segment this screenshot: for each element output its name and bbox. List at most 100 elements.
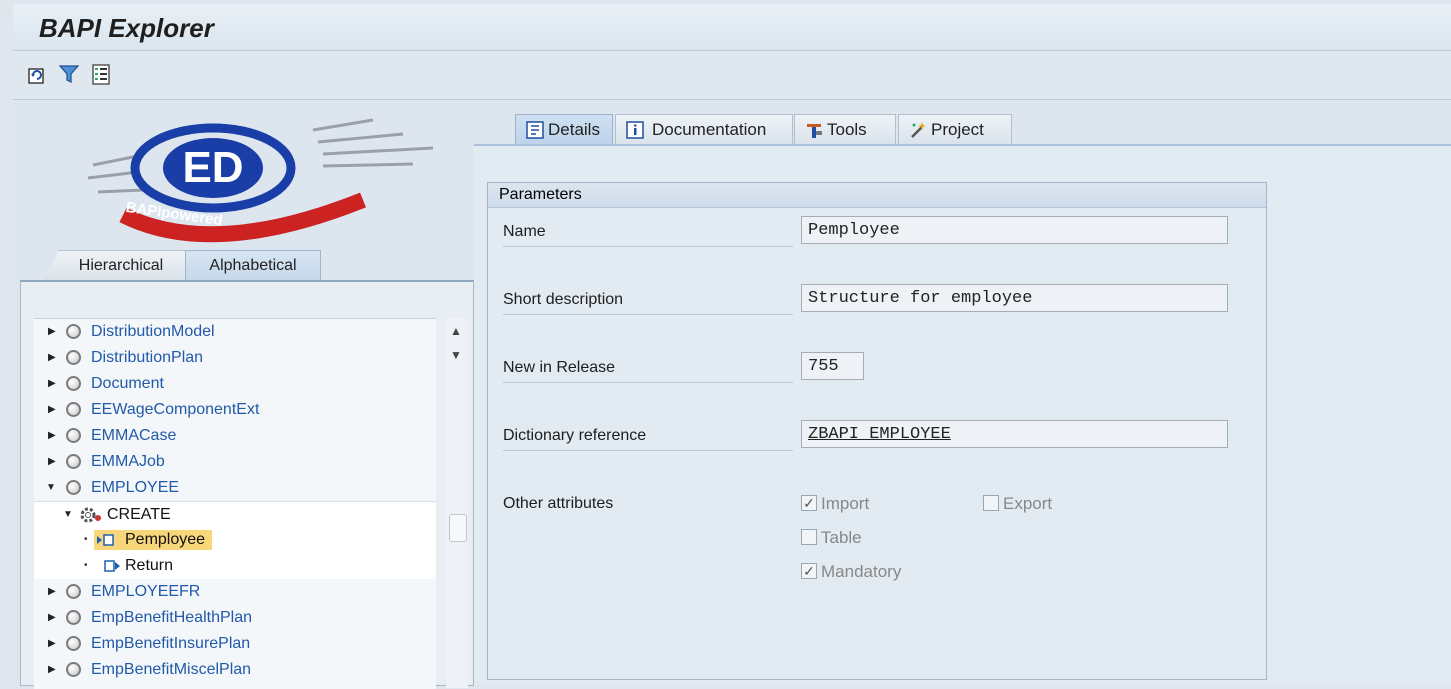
- tab-tools[interactable]: Tools: [794, 114, 896, 145]
- collapse-arrow-icon[interactable]: ▼: [63, 502, 73, 528]
- tree-node-label: EEWageComponentExt: [91, 401, 260, 418]
- business-object-icon: [66, 428, 81, 443]
- business-object-icon: [66, 636, 81, 651]
- tree-node[interactable]: ▼ EMPLOYEE: [34, 475, 436, 501]
- details-icon: [526, 121, 544, 139]
- method-gear-icon: [80, 507, 101, 523]
- tree-node-label: EMMACase: [91, 427, 177, 444]
- filter-icon: [58, 65, 80, 83]
- expand-arrow-icon[interactable]: ▶: [48, 657, 56, 683]
- tree-node[interactable]: ▶ EMPLOYEEFR: [34, 579, 436, 605]
- checkbox-label: Mandatory: [821, 562, 902, 581]
- expand-arrow-icon[interactable]: ▶: [48, 319, 56, 345]
- expand-arrow-icon[interactable]: ▶: [48, 605, 56, 631]
- checkbox-unchecked-icon: [801, 529, 817, 545]
- release-label: New in Release: [503, 354, 793, 383]
- tree-node-parameter[interactable]: • Return: [34, 553, 436, 579]
- import-parameter-icon: [97, 534, 114, 546]
- dictionary-reference-link[interactable]: ZBAPI_EMPLOYEE: [801, 420, 1228, 448]
- parameters-header: Parameters: [488, 183, 1266, 208]
- refresh-button[interactable]: [26, 63, 48, 85]
- expand-arrow-icon[interactable]: ▶: [48, 423, 56, 449]
- expand-arrow-icon[interactable]: ▶: [48, 345, 56, 371]
- bapi-tree: ▶ DistributionModel ▶ DistributionPlan ▶…: [34, 318, 436, 689]
- tree-node[interactable]: ▶ EmpBenefitInsurePlan: [34, 631, 436, 657]
- collapse-arrow-icon[interactable]: ▼: [46, 475, 56, 501]
- list-settings-button[interactable]: [90, 63, 112, 85]
- business-object-icon: [66, 662, 81, 677]
- checkbox-unchecked-icon: [983, 495, 999, 511]
- business-object-icon: [66, 584, 81, 599]
- tree-node-label: Return: [125, 557, 174, 574]
- expand-arrow-icon[interactable]: ▶: [48, 397, 56, 423]
- name-field[interactable]: Pemployee: [801, 216, 1228, 244]
- tree-node-label: EmpBenefitInsurePlan: [91, 635, 251, 652]
- tree-node-label: DistributionModel: [91, 323, 215, 340]
- refresh-icon: [28, 68, 44, 84]
- tree-node-label: Document: [91, 375, 164, 392]
- bapi-powered-logo: ED BAPIpowered: [87, 118, 434, 243]
- tree-node-label: EmpBenefitMiscelPlan: [91, 661, 252, 678]
- toolbar: [13, 51, 1451, 100]
- details-panel: Parameters Name Pemployee Short descript…: [474, 144, 1451, 685]
- tree-node[interactable]: ▶ EmpBenefitMiscelPlan: [34, 657, 436, 683]
- tree-node-label: EMMAJob: [91, 453, 165, 470]
- business-object-icon: [66, 610, 81, 625]
- expand-arrow-icon[interactable]: ▶: [48, 371, 56, 397]
- filter-button[interactable]: [58, 63, 80, 85]
- tab-details[interactable]: Details: [515, 114, 613, 145]
- dictionary-reference-label: Dictionary reference: [503, 422, 793, 451]
- tree-node[interactable]: ▶ EEWageComponentExt: [34, 397, 436, 423]
- list-settings-icon: [92, 64, 110, 85]
- other-attributes-label: Other attributes: [503, 495, 614, 512]
- tree-node[interactable]: ▶ DistributionPlan: [34, 345, 436, 371]
- expand-arrow-icon[interactable]: ▶: [48, 449, 56, 475]
- magic-wand-icon: [911, 122, 926, 138]
- business-object-icon: [66, 376, 81, 391]
- business-object-icon: [66, 324, 81, 339]
- info-icon: [626, 121, 644, 139]
- left-pane: ED BAPIpowered Hierarchical Alphabetical…: [13, 100, 474, 689]
- tree-node[interactable]: ▶ EMMAJob: [34, 449, 436, 475]
- tree-node-label: EmpBenefitHealthPlan: [91, 609, 252, 626]
- tree-node-label: CREATE: [107, 506, 171, 523]
- scroll-down-icon[interactable]: ▼: [450, 348, 462, 362]
- title-bar: BAPI Explorer: [13, 4, 1451, 51]
- group-title: Parameters: [499, 186, 582, 203]
- tree-node[interactable]: ▶ EMMACase: [34, 423, 436, 449]
- expand-arrow-icon[interactable]: ▶: [48, 631, 56, 657]
- release-field[interactable]: 755: [801, 352, 864, 380]
- business-object-icon: [66, 350, 81, 365]
- expand-arrow-icon[interactable]: ▶: [48, 579, 56, 605]
- tree-node[interactable]: ▶ EmpBenefitHealthPlan: [34, 605, 436, 631]
- short-description-field[interactable]: Structure for employee: [801, 284, 1228, 312]
- right-pane: Details Documentation Tools Project Para…: [474, 100, 1451, 685]
- business-object-icon: [66, 480, 81, 495]
- checkbox-label: Table: [821, 528, 862, 547]
- tree-scrollbar[interactable]: ▲ ▼: [446, 318, 468, 688]
- scrollbar-thumb[interactable]: [449, 514, 467, 542]
- tree-node[interactable]: ▶ Document: [34, 371, 436, 397]
- tab-label: Documentation: [652, 120, 767, 139]
- tab-project[interactable]: Project: [898, 114, 1012, 145]
- short-description-label: Short description: [503, 286, 793, 315]
- scroll-up-icon[interactable]: ▲: [450, 324, 462, 338]
- tab-alphabetical[interactable]: Alphabetical: [185, 250, 321, 280]
- export-parameter-icon: [104, 560, 120, 572]
- tree-node-parameter-selected[interactable]: • Pemployee: [34, 527, 436, 553]
- tree-node[interactable]: ▶ DistributionModel: [34, 319, 436, 345]
- checkbox-checked-icon: ✓: [801, 495, 817, 511]
- tab-label: Tools: [827, 120, 867, 139]
- tree-node-method[interactable]: ▼ CREATE: [34, 501, 436, 529]
- checkbox-label: Export: [1003, 494, 1053, 513]
- tree-panel: ▶ DistributionModel ▶ DistributionPlan ▶…: [20, 280, 474, 689]
- tab-label: Project: [931, 120, 984, 139]
- name-label: Name: [503, 218, 793, 247]
- checkbox-checked-icon: ✓: [801, 563, 817, 579]
- checkbox-label: Import: [821, 494, 870, 513]
- tab-documentation[interactable]: Documentation: [615, 114, 793, 145]
- tree-node-label: DistributionPlan: [91, 349, 204, 366]
- business-object-icon: [66, 402, 81, 417]
- tab-hierarchical[interactable]: Hierarchical: [45, 250, 197, 280]
- parameters-group: Parameters Name Pemployee Short descript…: [487, 182, 1267, 680]
